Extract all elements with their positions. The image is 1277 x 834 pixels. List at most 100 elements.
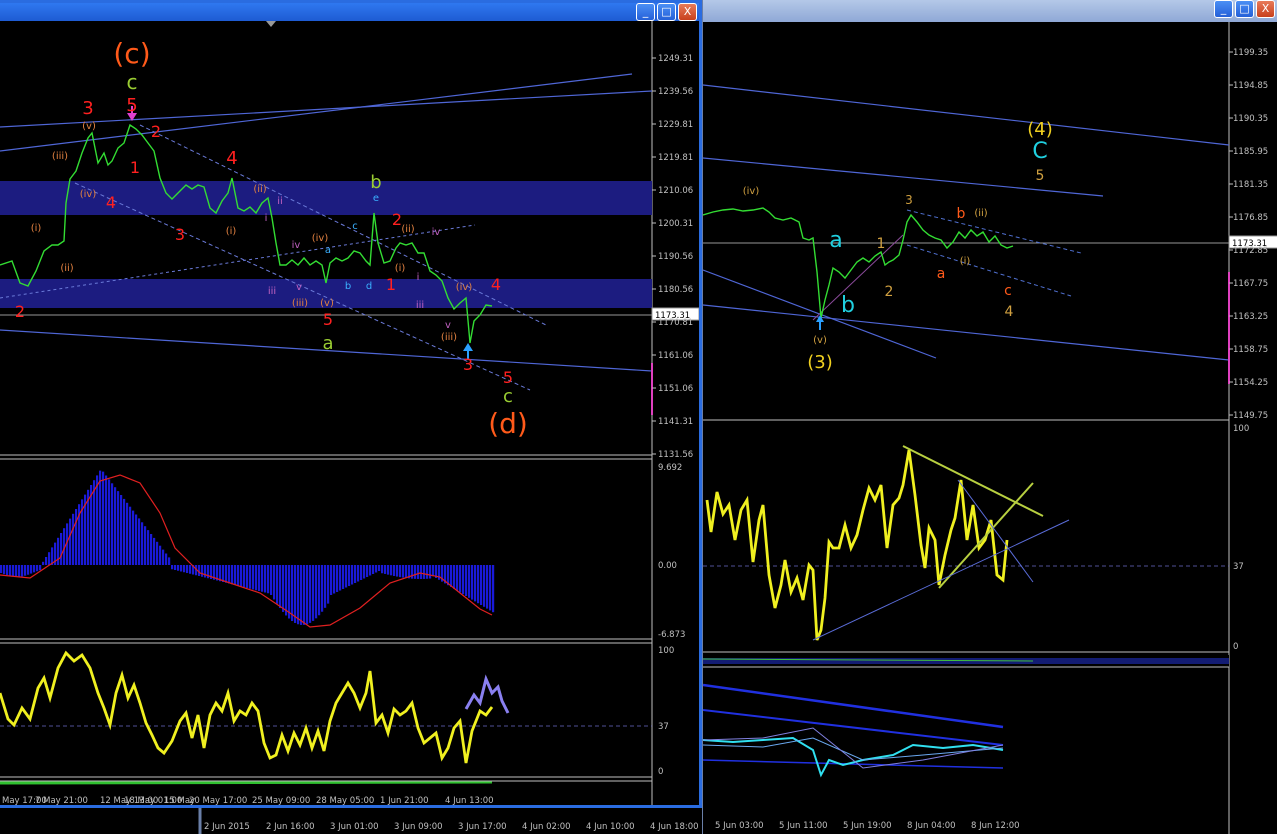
wave-label: 3 bbox=[463, 355, 473, 374]
wave-label: (i) bbox=[395, 263, 406, 274]
date-tick-label: 28 May 05:00 bbox=[316, 796, 374, 806]
wave-label: (iii) bbox=[52, 151, 68, 162]
wave-label: 4 bbox=[226, 148, 237, 169]
price-tick-label: 1161.06 bbox=[658, 351, 693, 361]
wave-label: (c) bbox=[113, 37, 150, 70]
wave-label: (ii) bbox=[60, 263, 73, 274]
rsi-tick-label: 0 bbox=[658, 767, 663, 777]
wave-label: c bbox=[1004, 283, 1012, 299]
wave-label: (ii) bbox=[401, 224, 414, 235]
rsi-tick-label: 37 bbox=[658, 722, 669, 732]
left-chart-canvas[interactable]: 1173.31 1249.311239.561229.811219.811210… bbox=[0, 3, 699, 808]
date-tick-label: 4 Jun 02:00 bbox=[522, 822, 571, 832]
date-tick-label: 4 Jun 18:00 bbox=[650, 822, 699, 832]
rsi-tick-label: 100 bbox=[1233, 424, 1249, 434]
price-tick-label: 1167.75 bbox=[1233, 279, 1268, 289]
wave-label: 2 bbox=[151, 122, 161, 141]
date-tick-label: 5 Jun 03:00 bbox=[715, 821, 764, 831]
date-tick-label: 4 Jun 10:00 bbox=[586, 822, 635, 832]
price-tick-label: 1200.31 bbox=[658, 219, 693, 229]
wave-label: ii bbox=[277, 196, 283, 207]
date-tick-label: 25 May 09:00 bbox=[252, 796, 310, 806]
wave-label: (iv) bbox=[80, 189, 97, 200]
wave-label: 2 bbox=[15, 302, 25, 321]
wave-label: i bbox=[265, 213, 268, 224]
wave-label: (v) bbox=[320, 298, 334, 309]
date-tick-label: 8 Jun 04:00 bbox=[907, 821, 956, 831]
price-tick-label: 1194.85 bbox=[1233, 81, 1268, 91]
wave-label: (i) bbox=[226, 226, 237, 237]
wave-label: 5 bbox=[323, 310, 333, 329]
wave-label: v bbox=[445, 320, 451, 331]
right-macd-strip bbox=[703, 655, 1229, 668]
wave-label: 5 bbox=[126, 95, 137, 116]
right-bands-pane bbox=[703, 683, 1004, 778]
price-tick-label: 1199.35 bbox=[1233, 48, 1268, 58]
price-tick-label: 1239.56 bbox=[658, 87, 693, 97]
wave-label: (iv) bbox=[312, 233, 329, 244]
price-tick-label: 1131.56 bbox=[658, 450, 693, 460]
price-tick-label: 1181.35 bbox=[1233, 180, 1268, 190]
date-tick-label: 20 May 17:00 bbox=[189, 796, 247, 806]
wave-label: c bbox=[503, 386, 513, 407]
wave-label: (iii) bbox=[441, 332, 457, 343]
wave-label: (3) bbox=[807, 352, 833, 373]
wave-label: a bbox=[937, 266, 946, 282]
date-tick-label: 7 May 21:00 bbox=[35, 796, 88, 806]
date-tick-label: 5 Jun 11:00 bbox=[779, 821, 828, 831]
price-tick-label: 1219.81 bbox=[658, 153, 693, 163]
wave-label: 3 bbox=[905, 193, 913, 207]
wave-label: 5 bbox=[1036, 168, 1045, 184]
macd-tick-label: -6.873 bbox=[658, 630, 685, 640]
wave-label: (v) bbox=[82, 121, 96, 132]
date-tick-label: 2 Jun 2015 bbox=[204, 822, 250, 832]
price-tick-label: 1185.95 bbox=[1233, 147, 1268, 157]
wave-label: (iv) bbox=[743, 186, 760, 197]
rsi-tick-label: 37 bbox=[1233, 562, 1244, 572]
wave-label: a bbox=[325, 245, 331, 256]
wave-label: a bbox=[322, 333, 333, 354]
wave-label: C bbox=[1032, 139, 1047, 164]
wave-label: iii bbox=[268, 286, 276, 297]
wave-label: c bbox=[127, 70, 138, 94]
price-tick-label: 1190.35 bbox=[1233, 114, 1268, 124]
wave-label: 5 bbox=[503, 368, 513, 387]
wave-label: c bbox=[352, 221, 358, 232]
wave-label: 4 bbox=[491, 275, 501, 294]
wave-label: (ii) bbox=[253, 184, 266, 195]
wave-label: b bbox=[370, 172, 381, 193]
price-tick-label: 1176.85 bbox=[1233, 213, 1268, 223]
chart-window-right[interactable]: _ □ X 1173.31 1199.35 1194.85 1190.35 11… bbox=[702, 0, 1277, 834]
wave-label: iii bbox=[416, 300, 424, 311]
wave-label: a bbox=[829, 228, 842, 253]
wave-label: b bbox=[841, 293, 855, 318]
wave-label: (i) bbox=[31, 223, 42, 234]
date-tick-label: 3 Jun 01:00 bbox=[330, 822, 379, 832]
price-tick-label: 1158.75 bbox=[1233, 345, 1268, 355]
macd-tick-label: 0.00 bbox=[658, 561, 677, 571]
bottom-date-axis: 2 Jun 2015 2 Jun 16:00 3 Jun 01:00 3 Jun 09… bbox=[0, 808, 702, 834]
wave-label: d bbox=[366, 281, 372, 292]
wave-label: 3 bbox=[175, 225, 185, 244]
price-tick-label: 1141.31 bbox=[658, 417, 693, 427]
wave-label: (iii) bbox=[292, 298, 308, 309]
wave-label: (i) bbox=[960, 256, 971, 267]
wave-label: i bbox=[417, 272, 420, 283]
right-chart-canvas[interactable]: 1173.31 1199.351194.851190.351185.951181… bbox=[703, 0, 1277, 834]
price-tick-label: 1170.81 bbox=[658, 318, 693, 328]
price-tick-label: 1163.25 bbox=[1233, 312, 1268, 322]
price-tick-label: 1172.85 bbox=[1233, 246, 1268, 256]
price-tick-label: 1154.25 bbox=[1233, 378, 1268, 388]
date-tick-label: 2 Jun 16:00 bbox=[266, 822, 315, 832]
right-rsi-pane bbox=[703, 445, 1229, 653]
wave-label: b bbox=[345, 281, 351, 292]
wave-label: 1 bbox=[386, 275, 396, 294]
wave-label: (iv) bbox=[456, 282, 473, 293]
wave-label: iv bbox=[432, 227, 441, 238]
wave-label: e bbox=[373, 193, 379, 204]
chart-window-left[interactable]: _ □ X 1173.31 1249.31 1239.56 1229.81 12… bbox=[0, 0, 702, 808]
date-tick-label: 3 Jun 09:00 bbox=[394, 822, 443, 832]
wave-label: 4 bbox=[106, 193, 116, 212]
price-tick-label: 1180.56 bbox=[658, 285, 693, 295]
wave-label: v bbox=[296, 282, 302, 293]
